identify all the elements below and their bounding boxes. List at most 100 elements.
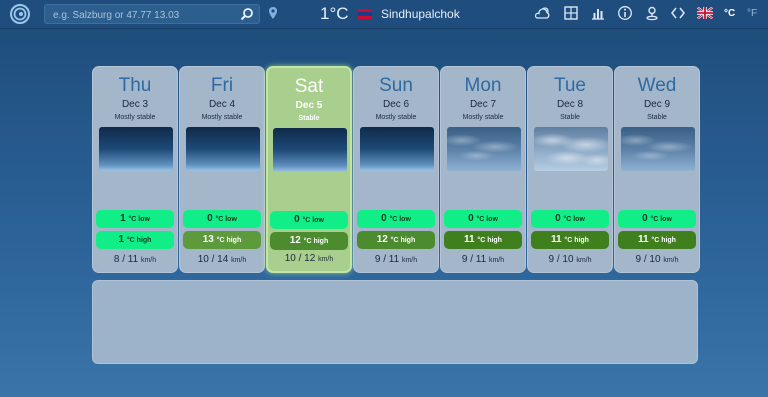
high-temp-value: 12 (376, 234, 388, 245)
day-name: Fri (210, 75, 234, 96)
day-date: Dec 7 (469, 99, 497, 110)
low-temp-unit: °C low (128, 216, 150, 223)
sky-image (273, 128, 347, 172)
low-temp-value: 0 (642, 213, 648, 224)
weather-icon[interactable] (535, 5, 551, 21)
location-pin-icon[interactable] (268, 6, 278, 20)
current-temperature: 1°C (320, 4, 349, 23)
day-date: Dec 6 (382, 99, 410, 110)
wind-unit: km/h (231, 257, 247, 264)
unit-fahrenheit-toggle[interactable]: °F (747, 8, 757, 19)
wind-value: 10 / 14 (197, 254, 229, 265)
high-temp-pill: 1 °C high (96, 231, 174, 249)
sky-image (534, 127, 608, 171)
day-date: Dec 3 (121, 99, 149, 110)
high-temp-unit: °C high (216, 237, 242, 244)
day-card[interactable]: Sun Dec 6 Mostly stable 0 °C low 12 °C h… (353, 66, 439, 273)
day-name: Sun (379, 75, 413, 96)
day-name: Mon (464, 75, 502, 96)
wind-speed: 10 / 14 km/h (180, 254, 264, 265)
wind-value: 9 / 11 (374, 254, 400, 265)
sky-image (99, 127, 173, 171)
sky-image (447, 127, 521, 171)
wind-speed: 10 / 12 km/h (268, 253, 350, 264)
wind-value: 9 / 10 (635, 254, 661, 265)
sky-image (186, 127, 260, 171)
low-temp-pill: 0 °C low (444, 210, 522, 228)
high-temp-value: 13 (202, 234, 214, 245)
code-icon[interactable] (670, 5, 686, 21)
sky-image (621, 127, 695, 171)
wind-unit: km/h (488, 257, 505, 264)
low-temp-value: 0 (381, 213, 387, 224)
low-temp-pill: 0 °C low (618, 210, 696, 228)
day-card[interactable]: Fri Dec 4 Mostly stable 0 °C low 13 °C h… (179, 66, 265, 273)
high-temp-value: 11 (551, 234, 562, 245)
day-condition: Stable (647, 114, 667, 121)
day-card-selected[interactable]: Sat Dec 5 Stable 0 °C low 12 °C high 10 … (266, 66, 352, 273)
wind-speed: 9 / 10 km/h (615, 254, 699, 265)
high-temp-value: 11 (638, 234, 649, 245)
search-input[interactable] (51, 6, 235, 24)
info-icon[interactable] (617, 5, 633, 21)
day-card[interactable]: Tue Dec 8 Stable 0 °C low 11 °C high 9 /… (527, 66, 613, 273)
grid-icon[interactable] (563, 5, 579, 21)
search-box[interactable] (44, 4, 260, 24)
swirl-logo-icon[interactable] (7, 3, 33, 25)
low-temp-value: 0 (294, 214, 300, 225)
low-temp-unit: °C low (650, 216, 672, 223)
wind-value: 10 / 12 (284, 253, 316, 264)
day-date: Dec 8 (556, 99, 584, 110)
high-temp-unit: °C high (303, 238, 329, 245)
low-temp-unit: °C low (476, 216, 498, 223)
wind-value: 9 / 10 (548, 254, 574, 265)
low-temp-value: 1 (120, 213, 126, 224)
wind-speed: 9 / 11 km/h (441, 254, 525, 265)
user-location-icon[interactable] (644, 5, 660, 21)
wind-unit: km/h (318, 256, 334, 263)
day-card[interactable]: Mon Dec 7 Mostly stable 0 °C low 11 °C h… (440, 66, 526, 273)
low-temp-pill: 1 °C low (96, 210, 174, 228)
chart-icon[interactable] (590, 5, 606, 21)
day-date: Dec 4 (208, 99, 236, 110)
day-card[interactable]: Thu Dec 3 Mostly stable 1 °C low 1 °C hi… (92, 66, 178, 273)
high-temp-pill: 11 °C high (618, 231, 696, 249)
detail-panel (92, 280, 698, 364)
low-temp-value: 0 (555, 213, 561, 224)
wind-value: 9 / 11 (461, 254, 487, 265)
wind-speed: 9 / 10 km/h (528, 254, 612, 265)
high-temp-unit: °C high (564, 237, 589, 244)
wind-unit: km/h (401, 257, 418, 264)
search-icon[interactable] (240, 7, 254, 21)
sky-image (360, 127, 434, 171)
nepal-flag-icon (358, 9, 372, 19)
low-temp-pill: 0 °C low (270, 211, 348, 229)
wind-unit: km/h (140, 257, 157, 264)
low-temp-unit: °C low (215, 216, 237, 223)
high-temp-value: 12 (289, 235, 301, 246)
unit-celsius-toggle[interactable]: °C (724, 8, 735, 19)
day-condition: Mostly stable (462, 114, 504, 121)
day-name: Wed (637, 75, 677, 96)
high-temp-pill: 11 °C high (531, 231, 609, 249)
location-name[interactable]: Sindhupalchok (381, 7, 460, 21)
uk-flag-icon[interactable] (697, 7, 713, 19)
day-condition: Mostly stable (375, 114, 417, 121)
day-card[interactable]: Wed Dec 9 Stable 0 °C low 11 °C high 9 /… (614, 66, 700, 273)
day-name: Thu (118, 75, 152, 96)
high-temp-unit: °C high (477, 237, 502, 244)
wind-speed: 8 / 11 km/h (93, 254, 177, 265)
low-temp-pill: 0 °C low (183, 210, 261, 228)
high-temp-value: 1 (118, 234, 125, 245)
high-temp-pill: 12 °C high (357, 231, 435, 249)
wind-unit: km/h (576, 257, 592, 264)
high-temp-unit: °C high (651, 237, 676, 244)
top-bar: 1°C Sindhupalchok (0, 0, 768, 29)
low-temp-unit: °C low (563, 216, 585, 223)
wind-unit: km/h (663, 257, 679, 264)
low-temp-unit: °C low (389, 216, 411, 223)
high-temp-pill: 12 °C high (270, 232, 348, 250)
high-temp-pill: 13 °C high (183, 231, 261, 249)
day-name: Tue (553, 75, 587, 96)
day-condition: Mostly stable (114, 114, 156, 121)
